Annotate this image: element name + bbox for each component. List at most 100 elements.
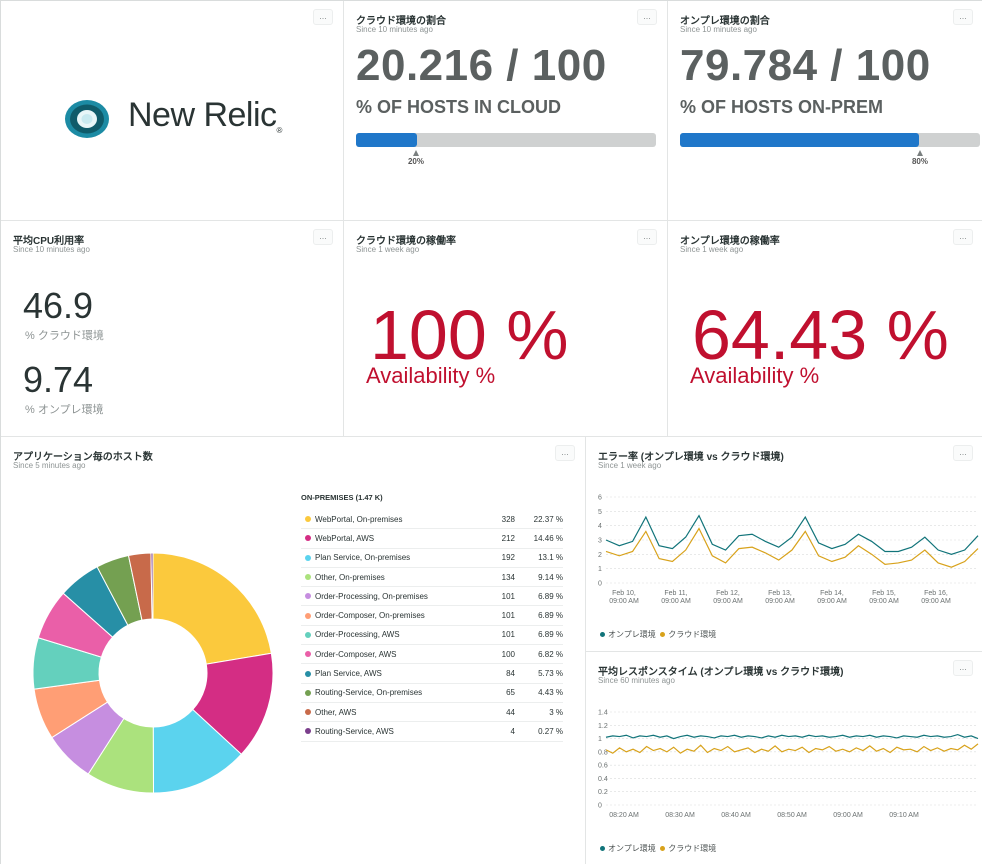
legend-percent: 6.89 % (538, 591, 563, 601)
legend-name: Other, On-premises (315, 572, 385, 582)
legend-rows: WebPortal, On-premises 328 22.37 % WebPorta… (301, 510, 563, 742)
legend-row[interactable]: Plan Service, On-premises 192 13.1 % (301, 549, 563, 568)
legend-value: 101 (501, 630, 515, 640)
tile-menu-button[interactable]: ... (953, 445, 973, 461)
tile-since: Since 60 minutes ago (598, 676, 675, 685)
onprem-share-progress-bar (680, 133, 980, 147)
cloud-share-label: % OF HOSTS IN CLOUD (356, 97, 562, 117)
legend-name: Other, AWS (315, 707, 357, 717)
y-tick-label: 6 (598, 495, 602, 502)
y-tick-label: 2 (598, 552, 602, 559)
legend-name: Routing-Service, On-premises (315, 688, 423, 698)
legend-percent: 6.82 % (538, 649, 563, 659)
legend-row[interactable]: Order-Processing, On-premises 101 6.89 % (301, 587, 563, 607)
legend-name: Order-Composer, On-premises (315, 611, 425, 621)
x-tick-label: 08:20 AM (609, 812, 639, 819)
legend-percent: 0.27 % (538, 726, 563, 736)
y-tick-label: 1 (598, 736, 602, 743)
new-relic-logo-icon (65, 100, 109, 138)
legend-percent: 6.89 % (538, 611, 563, 621)
legend-dot (305, 689, 311, 696)
series-line[interactable] (605, 527, 979, 568)
cpu-tile: 平均CPU利用率 Since 10 minutes ago ... 46.9 %… (1, 221, 344, 437)
cloud-share-threshold-marker: 20% (401, 150, 431, 166)
legend-label-cloud[interactable]: クラウド環境 (668, 844, 716, 853)
tile-menu-button[interactable]: ... (953, 9, 973, 25)
legend-label-onprem[interactable]: オンプレ環境 (608, 844, 656, 853)
x-tick-label: Feb 14, 09:00 AM (817, 590, 847, 605)
response-time-tile: 平均レスポンスタイム (オンプレ環境 vs クラウド環境) Since 60 m… (586, 652, 982, 864)
legend-row[interactable]: Order-Composer, AWS 100 6.82 % (301, 645, 563, 665)
legend-dot-onprem (600, 632, 605, 637)
legend-percent: 14.46 % (533, 533, 563, 543)
tile-menu-button[interactable]: ... (313, 9, 333, 25)
legend-name: Plan Service, On-premises (315, 553, 411, 563)
legend-dot (305, 728, 311, 735)
y-tick-label: 4 (598, 523, 602, 530)
series-line[interactable] (605, 733, 979, 740)
legend-row[interactable]: Other, On-premises 134 9.14 % (301, 568, 563, 588)
legend-dot (305, 535, 311, 542)
cloud-share-tile: クラウド環境の割合 Since 10 minutes ago ... 20.21… (344, 1, 668, 221)
y-tick-label: 3 (598, 538, 602, 545)
dashboard: ... New Relic® クラウド環境の割合 Since 10 minute… (0, 0, 982, 864)
tile-menu-button[interactable]: ... (555, 445, 575, 461)
tile-menu-button[interactable]: ... (313, 229, 333, 245)
y-tick-label: 0 (598, 581, 602, 588)
tile-since: Since 1 week ago (356, 245, 420, 254)
legend-value: 84 (506, 669, 515, 679)
hosts-legend-table: ON-PREMISES (1.47 K) WebPortal, On-premi… (301, 493, 563, 742)
tile-since: Since 10 minutes ago (356, 25, 433, 34)
tile-menu-button[interactable]: ... (637, 9, 657, 25)
legend-value: 192 (501, 553, 515, 563)
legend-row[interactable]: Routing-Service, AWS 4 0.27 % (301, 722, 563, 742)
legend-name: Plan Service, AWS (315, 669, 382, 679)
y-tick-label: 0 (598, 803, 602, 810)
legend-label-cloud[interactable]: クラウド環境 (668, 630, 716, 639)
legend-row[interactable]: WebPortal, On-premises 328 22.37 % (301, 510, 563, 530)
legend-row[interactable]: Order-Processing, AWS 101 6.89 % (301, 626, 563, 646)
legend-label-onprem[interactable]: オンプレ環境 (608, 630, 656, 639)
x-tick-label: 08:50 AM (777, 812, 807, 819)
tile-menu-button[interactable]: ... (953, 660, 973, 676)
cloud-availability-tile: クラウド環境の稼働率 Since 1 week ago ... 100 % Av… (344, 221, 668, 437)
legend-name: WebPortal, On-premises (315, 514, 403, 524)
tile-menu-button[interactable]: ... (953, 229, 973, 245)
onprem-share-label: % OF HOSTS ON-PREM (680, 97, 884, 117)
donut-slice[interactable] (152, 552, 272, 665)
legend-percent: 6.89 % (538, 630, 563, 640)
error-rate-line-chart: 0 1 2 3 4 5 6 Feb 10, 09:00 AM Feb 11, 09:00 AM Feb… (598, 495, 979, 605)
x-tick-label: Feb 11, 09:00 AM (661, 590, 691, 605)
logo-wordmark: New Relic® (128, 96, 282, 135)
cloud-availability-label: Availability % (366, 363, 496, 388)
error-rate-legend: オンプレ環境 クラウド環境 (600, 629, 716, 640)
legend-dot (305, 554, 311, 561)
x-tick-label: Feb 10, 09:00 AM (609, 590, 639, 605)
x-tick-label: Feb 16, 09:00 AM (921, 590, 951, 605)
cpu-cloud-value: 46.9 (23, 285, 94, 326)
logo-name: New Relic (128, 96, 277, 134)
legend-dot (305, 651, 311, 658)
legend-row[interactable]: WebPortal, AWS 212 14.46 % (301, 529, 563, 549)
legend-row[interactable]: Routing-Service, On-premises 65 4.43 % (301, 684, 563, 703)
legend-row[interactable]: Other, AWS 44 3 % (301, 703, 563, 723)
legend-value: 212 (501, 533, 515, 543)
y-tick-label: 1 (598, 566, 602, 573)
y-tick-label: 1.2 (598, 723, 608, 730)
tile-menu-button[interactable]: ... (637, 229, 657, 245)
legend-value: 328 (501, 514, 515, 524)
legend-percent: 3 % (549, 707, 563, 717)
response-time-legend: オンプレ環境 クラウド環境 (600, 843, 716, 854)
legend-row[interactable]: Plan Service, AWS 84 5.73 % (301, 664, 563, 684)
error-rate-tile: エラー率 (オンプレ環境 vs クラウド環境) Since 1 week ago… (586, 437, 982, 652)
legend-value: 65 (506, 688, 515, 698)
legend-dot-cloud (660, 846, 666, 851)
legend-name: Order-Processing, AWS (315, 630, 400, 640)
legend-name: Routing-Service, AWS (315, 726, 394, 736)
onprem-share-progress-fill (680, 133, 920, 147)
legend-row[interactable]: Order-Composer, On-premises 101 6.89 % (301, 606, 563, 626)
legend-dot (305, 670, 311, 677)
logo-tile: ... New Relic® (1, 1, 344, 221)
series-line[interactable] (605, 514, 979, 555)
x-tick-label: Feb 12, 09:00 AM (713, 590, 743, 605)
